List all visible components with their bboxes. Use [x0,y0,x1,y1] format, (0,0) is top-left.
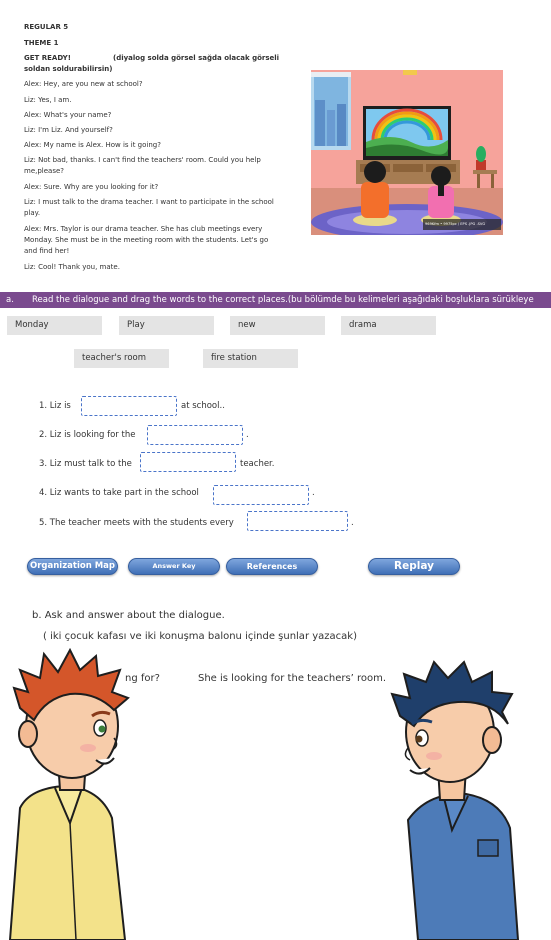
left-boy-illustration [0,647,135,940]
question-3-suffix: teacher. [240,459,275,469]
drop-slot-1[interactable] [81,396,177,416]
stock-watermark: 969Kfm • 9975pc / EPS .JPG .SVG [425,222,486,226]
dialogue-line: Alex: Hey, are you new at school? [24,80,143,88]
question-4-suffix: . [312,488,315,498]
dialogue-line: Monday. She must be in the meeting room … [24,236,269,244]
replay-button[interactable]: Replay [368,558,460,575]
dialogue-line: Alex: What's your name? [24,111,112,119]
task-b-title: b. Ask and answer about the dialogue. [32,610,225,621]
word-chip-fire-station[interactable]: fire station [203,349,298,368]
dialogue-line: Liz: Cool! Thank you, mate. [24,263,120,271]
drop-slot-5[interactable] [247,511,348,531]
level-heading: REGULAR 5 [24,23,69,31]
task-a-instruction-bar: a. Read the dialogue and drag the words t… [0,292,551,308]
question-5-suffix: . [351,518,354,528]
word-chip-teachers-room[interactable]: teacher's room [74,349,169,368]
drop-slot-2[interactable] [147,425,243,445]
word-chip-play[interactable]: Play [119,316,214,335]
drop-slot-3[interactable] [140,452,236,472]
question-1-text: 1. Liz is [39,401,71,411]
editor-note-line1: (diyalog solda görsel sağda olacak görse… [113,54,280,62]
word-chip-monday[interactable]: Monday [7,316,102,335]
dialogue-line: and find her! [24,247,70,255]
dialogue-line: Liz: I'm Liz. And yourself? [24,126,113,134]
word-chip-new[interactable]: new [230,316,325,335]
drop-slot-4[interactable] [213,485,309,505]
dialogue-line: Alex: Mrs. Taylor is our drama teacher. … [24,225,263,233]
question-1-suffix: at school.. [181,401,225,411]
answer-key-button[interactable]: Answer Key [128,558,220,575]
task-b-note: ( iki çocuk kafası ve iki konuşma balonu… [43,631,357,642]
question-3-text: 3. Liz must talk to the [39,459,132,469]
task-a-label: a. [6,295,14,305]
task-a-instruction: Read the dialogue and drag the words to … [32,295,534,305]
theme-heading: THEME 1 [24,39,59,47]
question-2-text: 2. Liz is looking for the [39,430,136,440]
dialogue-line: me,please? [24,167,65,175]
editor-note-line2: soldan soldurabilirsin) [24,65,113,73]
kids-watching-tv-illustration: 969Kfm • 9975pc / EPS .JPG .SVG [311,70,503,235]
question-5-text: 5. The teacher meets with the students e… [39,518,234,528]
word-chip-drama[interactable]: drama [341,316,436,335]
dialogue-line: Alex: My name is Alex. How is it going? [24,141,161,149]
organization-map-button[interactable]: Organization Map [27,558,118,575]
get-ready-heading: GET READY! [24,54,71,62]
task-b-answer: She is looking for the teachers’ room. [198,673,387,684]
right-boy-illustration [388,660,523,940]
dialogue-line: Liz: I must talk to the drama teacher. I… [24,198,274,206]
dialogue-line: Liz: Yes, I am. [24,96,72,104]
dialogue-line: Alex: Sure. Why are you looking for it? [24,183,159,191]
references-button[interactable]: References [226,558,318,575]
question-4-text: 4. Liz wants to take part in the school [39,488,199,498]
dialogue-line: Liz: Not bad, thanks. I can't find the t… [24,156,261,164]
question-2-suffix: . [246,430,249,440]
dialogue-line: play. [24,209,41,217]
